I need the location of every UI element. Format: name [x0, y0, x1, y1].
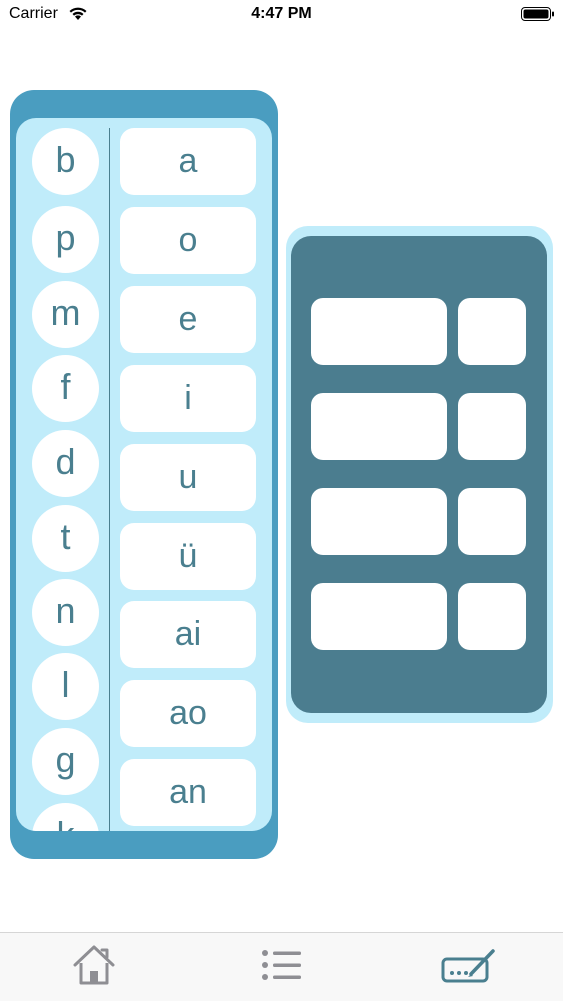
answer-slot-tone[interactable] [458, 488, 526, 555]
initial-button[interactable]: k [32, 803, 99, 831]
answer-slot-pinyin[interactable] [311, 488, 447, 555]
initial-button[interactable]: n [32, 579, 99, 646]
answer-slot-tone[interactable] [458, 583, 526, 650]
answer-slot-pinyin[interactable] [311, 393, 447, 460]
answer-slot-tone[interactable] [458, 393, 526, 460]
initial-button[interactable]: g [32, 728, 99, 795]
tab-practice[interactable] [438, 943, 498, 989]
final-button[interactable]: an [120, 759, 256, 826]
initial-button[interactable]: d [32, 430, 99, 497]
list-icon [262, 950, 301, 980]
status-bar: Carrier 4:47 PM [0, 0, 563, 30]
final-button[interactable]: i [120, 365, 256, 432]
initial-button[interactable]: l [32, 653, 99, 720]
tab-list[interactable] [251, 943, 311, 989]
final-button[interactable]: ü [120, 523, 256, 590]
final-button[interactable]: u [120, 444, 256, 511]
answer-slot-pinyin[interactable] [311, 583, 447, 650]
final-button[interactable]: o [120, 207, 256, 274]
clock: 4:47 PM [251, 5, 312, 22]
initial-button[interactable]: m [32, 281, 99, 348]
answer-slot-pinyin[interactable] [311, 298, 447, 365]
answer-panel [286, 226, 553, 723]
answer-board [291, 236, 547, 713]
initial-button[interactable]: b [32, 128, 99, 195]
pen-tablet-icon [441, 949, 495, 983]
home-icon [73, 945, 115, 985]
final-button[interactable]: ai [120, 601, 256, 668]
initial-button[interactable]: p [32, 206, 99, 273]
initial-button[interactable]: f [32, 355, 99, 422]
column-divider [109, 128, 110, 831]
final-button[interactable]: ao [120, 680, 256, 747]
tab-bar [0, 932, 563, 1001]
tab-home[interactable] [64, 943, 124, 989]
answer-slot-tone[interactable] [458, 298, 526, 365]
initial-button[interactable]: t [32, 505, 99, 572]
pinyin-picker-scroll-area[interactable]: b p m f d t n l g k a o e i u ü ai ao an [16, 118, 272, 831]
pinyin-picker-panel: b p m f d t n l g k a o e i u ü ai ao an [10, 90, 278, 859]
battery-icon [521, 7, 554, 21]
final-button[interactable]: a [120, 128, 256, 195]
final-button[interactable]: e [120, 286, 256, 353]
